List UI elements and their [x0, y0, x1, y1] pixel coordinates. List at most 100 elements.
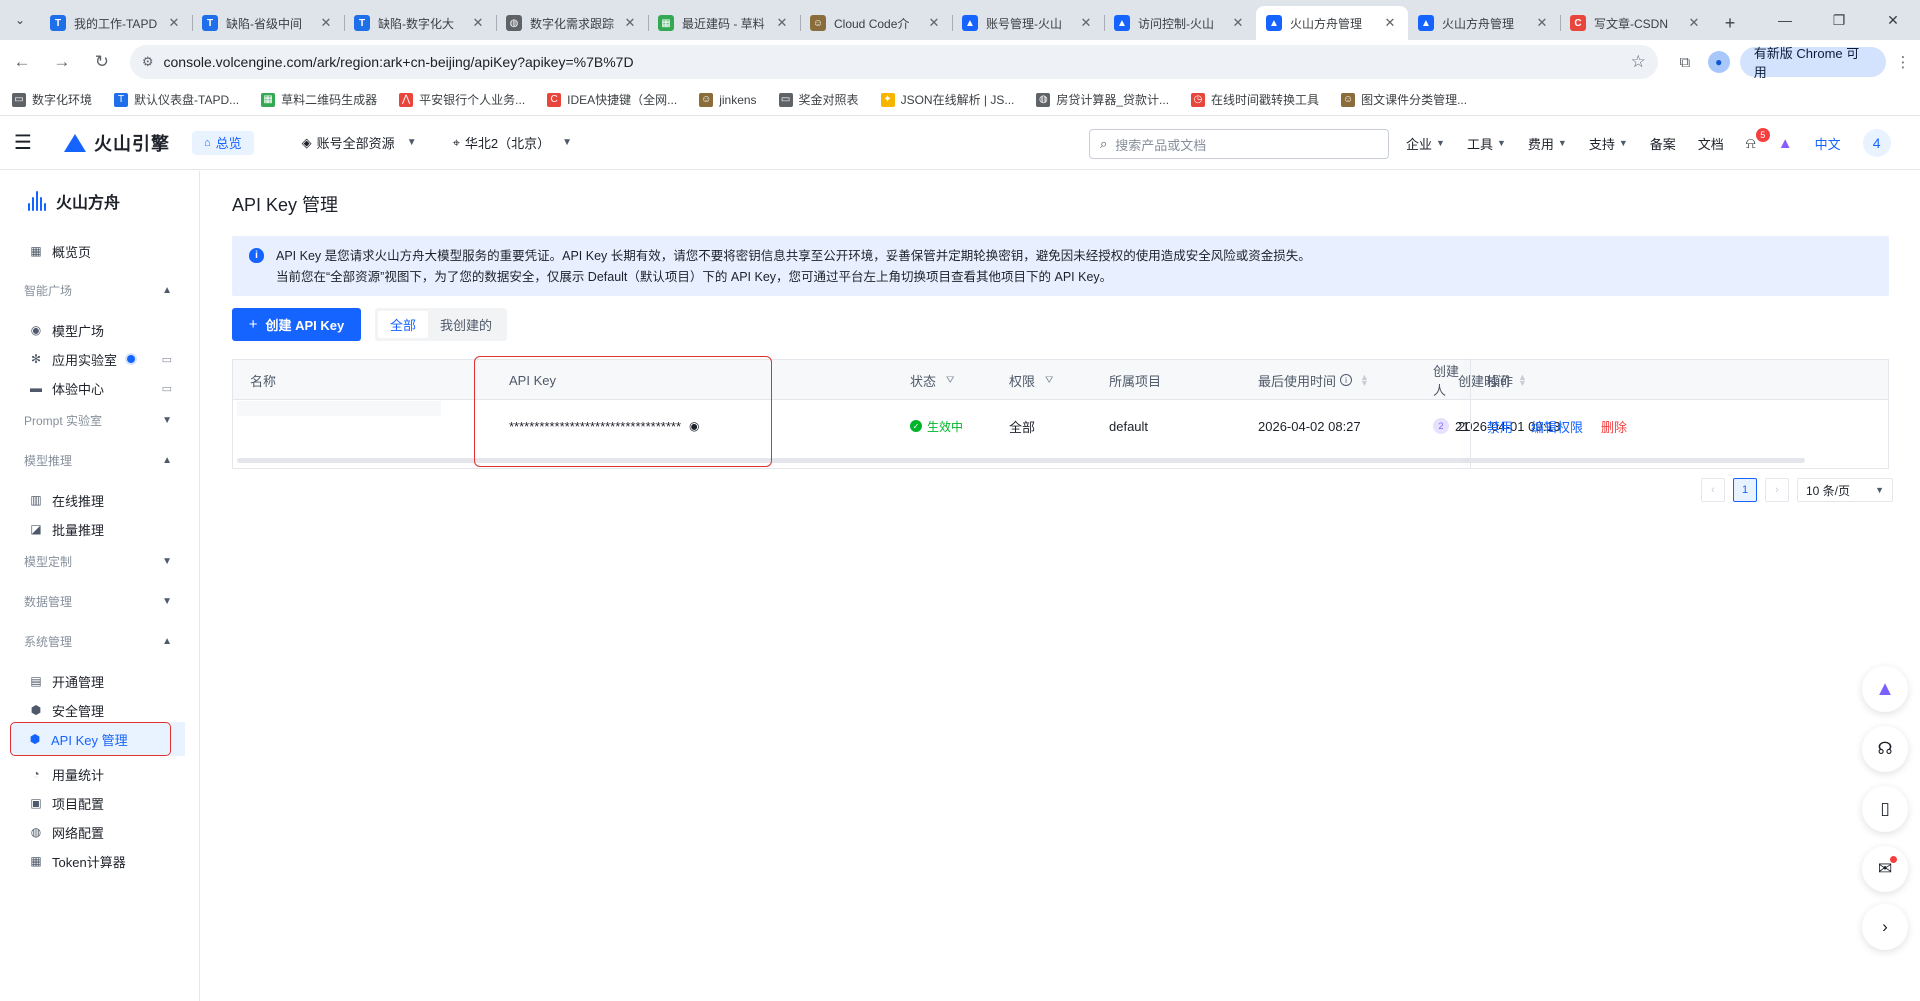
- close-icon[interactable]: ✕: [1230, 15, 1246, 31]
- close-icon[interactable]: ✕: [470, 15, 486, 31]
- brand-logo[interactable]: 火山引擎: [64, 130, 170, 156]
- browser-tab[interactable]: ▲ 火山方舟管理 ✕: [1256, 6, 1408, 40]
- header-menu-item[interactable]: 支持 ▼: [1589, 134, 1628, 153]
- filter-mine-tab[interactable]: 我创建的: [428, 311, 504, 338]
- notification-bell-icon[interactable]: ⍾ 5: [1746, 127, 1770, 152]
- browser-tab[interactable]: ◍ 数字化需求跟踪 ✕: [496, 6, 648, 40]
- tab-search-icon[interactable]: ⌄: [0, 0, 40, 40]
- browser-tab[interactable]: ▦ 最近建码 - 草料 ✕: [648, 6, 800, 40]
- sidebar-item-token-calculator[interactable]: ▦ Token计算器: [0, 844, 200, 878]
- bookmark-item[interactable]: T 默认仪表盘-TAPD...: [114, 91, 239, 108]
- header-menu-item[interactable]: 企业 ▼: [1406, 134, 1445, 153]
- page-number[interactable]: 1: [1733, 478, 1757, 502]
- volcengine-logo-icon: [64, 133, 86, 152]
- url-text[interactable]: console.volcengine.com/ark/region:ark+cn…: [164, 54, 1631, 70]
- profile-icon[interactable]: ●: [1702, 45, 1736, 79]
- browser-tab[interactable]: C 写文章-CSDN ✕: [1560, 6, 1712, 40]
- sidebar-item-batch-inference[interactable]: ◪ 批量推理: [0, 512, 200, 546]
- close-window-icon[interactable]: ✕: [1866, 0, 1920, 40]
- close-icon[interactable]: ✕: [1382, 15, 1398, 31]
- delete-button[interactable]: 删除: [1601, 417, 1627, 436]
- close-icon[interactable]: ✕: [1686, 15, 1702, 31]
- sidebar-group-square[interactable]: 智能广场 ▲: [0, 275, 200, 305]
- bookmark-item[interactable]: ✦ JSON在线解析 | JS...: [880, 91, 1014, 108]
- expand-chevron-icon[interactable]: ›: [1862, 904, 1908, 950]
- create-apikey-button[interactable]: + 创建 API Key: [232, 308, 361, 341]
- close-icon[interactable]: ✕: [774, 15, 790, 31]
- header-menu-item[interactable]: 备案: [1650, 134, 1676, 153]
- next-page-icon[interactable]: ›: [1765, 478, 1789, 502]
- close-icon[interactable]: ✕: [1534, 15, 1550, 31]
- info-icon[interactable]: i: [1340, 374, 1353, 386]
- bookmark-item[interactable]: ▭ 数字化环境: [12, 91, 92, 108]
- filter-icon[interactable]: ⛛: [946, 375, 954, 386]
- sidebar-item-overview[interactable]: ▦ 概览页: [0, 234, 200, 268]
- sidebar-item-apikey[interactable]: ⬢ API Key 管理: [10, 722, 171, 756]
- close-icon[interactable]: ✕: [622, 15, 638, 31]
- close-icon[interactable]: ✕: [926, 15, 942, 31]
- bookmark-star-icon[interactable]: ☆: [1631, 52, 1646, 72]
- eye-icon[interactable]: ◉: [689, 419, 699, 433]
- bookmark-item[interactable]: ▦ 草料二维码生成器: [261, 91, 377, 108]
- reload-icon[interactable]: ↻: [84, 44, 120, 80]
- sidebar-brand[interactable]: 火山方舟: [28, 189, 120, 213]
- search-input[interactable]: ⌕ 搜索产品或文档: [1089, 129, 1389, 159]
- minimize-icon[interactable]: —: [1758, 0, 1812, 40]
- prev-page-icon[interactable]: ‹: [1701, 478, 1725, 502]
- scrollbar-thumb[interactable]: [237, 458, 1805, 463]
- new-tab-icon[interactable]: +: [1712, 6, 1748, 40]
- back-icon[interactable]: ←: [4, 44, 40, 80]
- resource-selector[interactable]: ◈ 账号全部资源 ▼: [302, 133, 417, 152]
- overview-button[interactable]: ⌂ 总览: [192, 130, 254, 155]
- bookmark-item[interactable]: ☺ 图文课件分类管理...: [1341, 91, 1467, 108]
- browser-menu-icon[interactable]: ⋮: [1886, 45, 1920, 79]
- filter-all-tab[interactable]: 全部: [378, 311, 429, 338]
- header-menu-item[interactable]: 费用 ▼: [1528, 134, 1567, 153]
- close-icon[interactable]: ✕: [318, 15, 334, 31]
- sidebar-group-inference[interactable]: 模型推理 ▲: [0, 445, 200, 475]
- header-menu-item[interactable]: 工具 ▼: [1467, 134, 1506, 153]
- docs-book-icon[interactable]: ▯: [1862, 786, 1908, 832]
- disable-button[interactable]: 禁用: [1487, 417, 1513, 436]
- sidebar-item-experience[interactable]: ▬ 体验中心 ▭: [0, 371, 200, 405]
- forward-icon[interactable]: →: [44, 44, 80, 80]
- bookmark-item[interactable]: ⋀ 平安银行个人业务...: [399, 91, 525, 108]
- close-icon[interactable]: ✕: [1078, 15, 1094, 31]
- feedback-icon[interactable]: ✉: [1862, 846, 1908, 892]
- ai-helper-icon[interactable]: ▲: [1778, 135, 1793, 152]
- browser-tab[interactable]: T 缺陷-省级中间 ✕: [192, 6, 344, 40]
- browser-tab[interactable]: T 缺陷-数字化大 ✕: [344, 6, 496, 40]
- horizontal-scrollbar[interactable]: [237, 458, 1805, 463]
- bookmark-item[interactable]: ☺ jinkens: [699, 92, 757, 107]
- filter-icon[interactable]: ⛛: [1045, 375, 1053, 386]
- sidebar-group-data[interactable]: 数据管理 ▼: [0, 586, 200, 616]
- customer-service-icon[interactable]: ☊: [1862, 726, 1908, 772]
- url-omnibox[interactable]: ⚙ console.volcengine.com/ark/region:ark+…: [129, 45, 1658, 79]
- language-switch[interactable]: 中文: [1815, 134, 1841, 153]
- bookmark-item[interactable]: ◷ 在线时间戳转换工具: [1191, 91, 1319, 108]
- region-selector[interactable]: ⌖ 华北2（北京） ▼: [453, 133, 572, 152]
- bookmark-item[interactable]: ◍ 房贷计算器_贷款计...: [1036, 91, 1169, 108]
- close-icon[interactable]: ✕: [166, 15, 182, 31]
- browser-tab[interactable]: ☺ Cloud Code介 ✕: [800, 6, 952, 40]
- ai-assistant-icon[interactable]: ▲: [1862, 666, 1908, 712]
- sidebar-group-custom[interactable]: 模型定制 ▼: [0, 546, 200, 576]
- extensions-icon[interactable]: ⧉: [1668, 45, 1702, 79]
- hamburger-menu-icon[interactable]: ☰: [0, 130, 46, 155]
- browser-tab[interactable]: ▲ 账号管理-火山 ✕: [952, 6, 1104, 40]
- browser-tab[interactable]: ▲ 火山方舟管理 ✕: [1408, 6, 1560, 40]
- chrome-update-button[interactable]: 有新版 Chrome 可用: [1739, 46, 1887, 80]
- restore-icon[interactable]: ❐: [1812, 0, 1866, 40]
- edit-permission-button[interactable]: 编辑权限: [1531, 417, 1583, 436]
- user-avatar[interactable]: 4: [1862, 129, 1891, 157]
- sort-icon[interactable]: ▲ ▼: [1518, 373, 1527, 388]
- browser-tab[interactable]: ▲ 访问控制-火山 ✕: [1104, 6, 1256, 40]
- browser-tab[interactable]: T 我的工作-TAPD ✕: [40, 6, 192, 40]
- header-menu-item[interactable]: 文档: [1698, 134, 1724, 153]
- page-size-select[interactable]: 10 条/页 ▼: [1797, 478, 1893, 502]
- sidebar-group-prompt[interactable]: Prompt 实验室 ▼: [0, 405, 200, 435]
- bookmark-item[interactable]: ▭ 奖金对照表: [778, 91, 859, 108]
- bookmark-item[interactable]: C IDEA快捷键（全网...: [547, 91, 677, 108]
- site-info-icon[interactable]: ⚙: [142, 54, 154, 70]
- sidebar-group-system[interactable]: 系统管理 ▲: [0, 626, 200, 656]
